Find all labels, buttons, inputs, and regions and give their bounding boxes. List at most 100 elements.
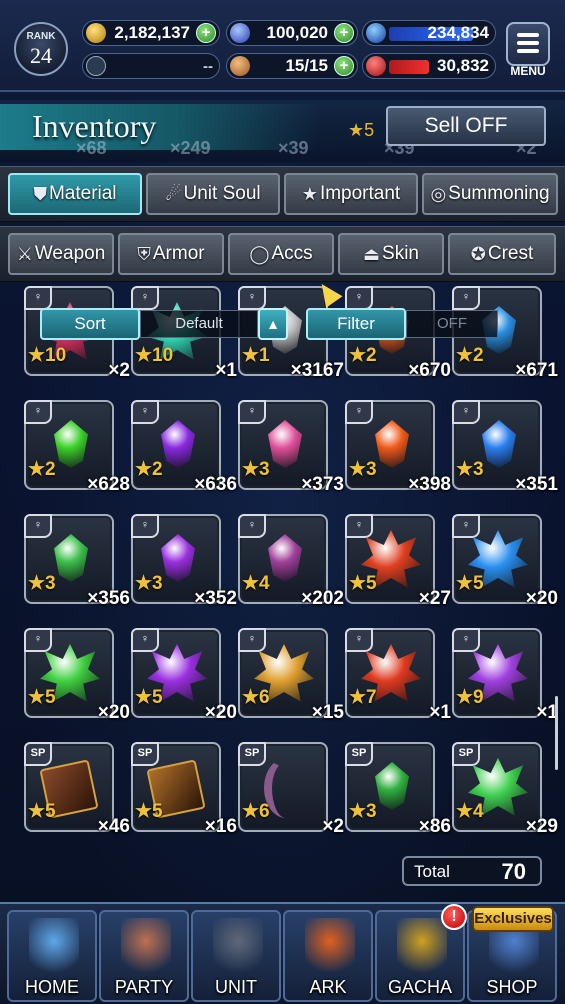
tab-important[interactable]: ★ Important: [284, 173, 418, 215]
inventory-item[interactable]: ♀ ★3 ×351: [452, 400, 558, 495]
crystal-icon: [268, 534, 302, 582]
item-type-icon: ♀: [345, 400, 373, 424]
add-gil-button[interactable]: +: [196, 23, 216, 43]
party-icon: [121, 918, 171, 976]
item-quantity: ×2: [108, 360, 130, 381]
item-rarity: ★2: [135, 459, 163, 480]
add-lapis-button[interactable]: +: [334, 23, 354, 43]
sort-button[interactable]: Sort: [40, 308, 140, 340]
tab-weapon[interactable]: ⚔ Weapon: [8, 233, 114, 275]
inventory-item[interactable]: SP ★3 ×86: [345, 742, 451, 837]
item-quantity: ×20: [525, 588, 558, 609]
item-type-icon: ♀: [452, 400, 480, 424]
item-rarity: ★1: [242, 345, 270, 366]
inventory-item[interactable]: ♀ ★3 ×373: [238, 400, 344, 495]
menu-button[interactable]: [506, 22, 550, 66]
crystal-icon: [161, 420, 195, 468]
filter-button[interactable]: Filter: [306, 308, 406, 340]
item-quantity: ×352: [194, 588, 237, 609]
ark-icon: [305, 918, 355, 976]
inventory-item[interactable]: ♀ ★4 ×202: [238, 514, 344, 609]
item-type-icon: ♀: [24, 514, 52, 538]
scrollbar[interactable]: [555, 696, 558, 770]
item-rarity: ★3: [349, 801, 377, 822]
item-type-icon: ♀: [345, 286, 373, 310]
item-type-icon: SP: [24, 742, 52, 766]
crystal-icon: [375, 762, 409, 810]
home-icon: [29, 918, 79, 976]
inventory-item[interactable]: ♀ ★5 ×27: [345, 514, 451, 609]
menu-icon: [517, 33, 539, 37]
item-type-icon: ♀: [131, 628, 159, 652]
tab-label: Armor: [152, 243, 205, 264]
tab-label: Material: [48, 183, 117, 204]
item-rarity: ★3: [135, 573, 163, 594]
ring-icon: ◯: [249, 243, 270, 264]
item-type-icon: ♀: [238, 514, 266, 538]
tab-summoning[interactable]: ◎ Summoning: [422, 173, 558, 215]
item-type-icon: ♀: [131, 400, 159, 424]
add-stamina-button[interactable]: +: [334, 56, 354, 76]
item-type-icon: ♀: [345, 628, 373, 652]
rank-badge[interactable]: RANK 24: [14, 22, 68, 76]
inventory-item[interactable]: SP ★4 ×29: [452, 742, 558, 837]
inventory-item[interactable]: ♀ ★2 ×636: [131, 400, 237, 495]
tab-armor[interactable]: ⛨ Armor: [118, 233, 224, 275]
item-rarity: ★5: [349, 573, 377, 594]
item-type-icon: ♀: [131, 514, 159, 538]
item-rarity: ★4: [242, 573, 270, 594]
inventory-item[interactable]: ♀ ★3 ×398: [345, 400, 451, 495]
gil-value: 2,182,137: [114, 23, 190, 42]
inventory-item[interactable]: ♀ ★3 ×356: [24, 514, 130, 609]
nav-party[interactable]: PARTY: [99, 910, 189, 1002]
inventory-item[interactable]: ♀ ★5 ×20: [452, 514, 558, 609]
rank-value: 24: [30, 43, 52, 68]
red-meter-value: 30,832: [437, 56, 489, 75]
item-quantity: ×86: [418, 816, 451, 837]
tab-crest[interactable]: ✪ Crest: [448, 233, 556, 275]
item-rarity: ★3: [28, 573, 56, 594]
item-rarity: ★10: [135, 345, 174, 366]
tab-label: Weapon: [34, 243, 106, 264]
inventory-item[interactable]: SP ★5 ×46: [24, 742, 130, 837]
inventory-item[interactable]: ♀ ★3 ×352: [131, 514, 237, 609]
inventory-item[interactable]: ♀ ★5 ×20: [131, 628, 237, 723]
inventory-item[interactable]: SP ★6 ×2: [238, 742, 344, 837]
inventory-item[interactable]: SP ★5 ×16: [131, 742, 237, 837]
crystal-icon: [268, 420, 302, 468]
nav-label: PARTY: [114, 977, 174, 997]
sort-filter-bar: Sort Default ▲ Filter OFF: [40, 308, 500, 340]
item-rarity: ★2: [28, 459, 56, 480]
sort-order-button[interactable]: ▲: [258, 308, 288, 340]
item-quantity: ×46: [97, 816, 130, 837]
nav-ark[interactable]: ARK: [283, 910, 373, 1002]
item-rarity: ★6: [242, 801, 270, 822]
tab-material[interactable]: ⛊ Material: [8, 173, 142, 215]
item-quantity: ×2: [322, 816, 344, 837]
tab-label: Summoning: [448, 183, 550, 204]
equipment-tabs: ⚔ Weapon ⛨ Armor ◯ Accs ⏏ Skin ✪ Crest: [0, 226, 565, 282]
nav-home[interactable]: HOME: [7, 910, 97, 1002]
inventory-item[interactable]: ♀ ★6 ×15: [238, 628, 344, 723]
item-rarity: ★5: [28, 801, 56, 822]
item-type-icon: ♀: [131, 286, 159, 310]
sell-toggle-button[interactable]: Sell OFF: [386, 106, 546, 146]
item-type-icon: ♀: [238, 400, 266, 424]
crystal-icon: [54, 534, 88, 582]
item-quantity: ×3167: [290, 360, 344, 381]
inventory-item[interactable]: ♀ ★7 ×1: [345, 628, 451, 723]
inventory-item[interactable]: ♀ ★9 ×1: [452, 628, 558, 723]
tab-unit-soul[interactable]: ☄ Unit Soul: [146, 173, 280, 215]
blue-orb-icon: [366, 23, 386, 43]
tab-skin[interactable]: ⏏ Skin: [338, 233, 444, 275]
sword-icon: ⚔: [16, 243, 33, 264]
inventory-item[interactable]: ♀ ★5 ×20: [24, 628, 130, 723]
inventory-item[interactable]: ♀ ★2 ×628: [24, 400, 130, 495]
tab-accs[interactable]: ◯ Accs: [228, 233, 334, 275]
total-value: 70: [501, 859, 526, 884]
nav-unit[interactable]: UNIT: [191, 910, 281, 1002]
item-rarity: ★3: [242, 459, 270, 480]
gacha-alert-badge: !: [441, 904, 467, 930]
tab-label: Skin: [382, 243, 419, 264]
rank-label: RANK: [26, 31, 56, 42]
